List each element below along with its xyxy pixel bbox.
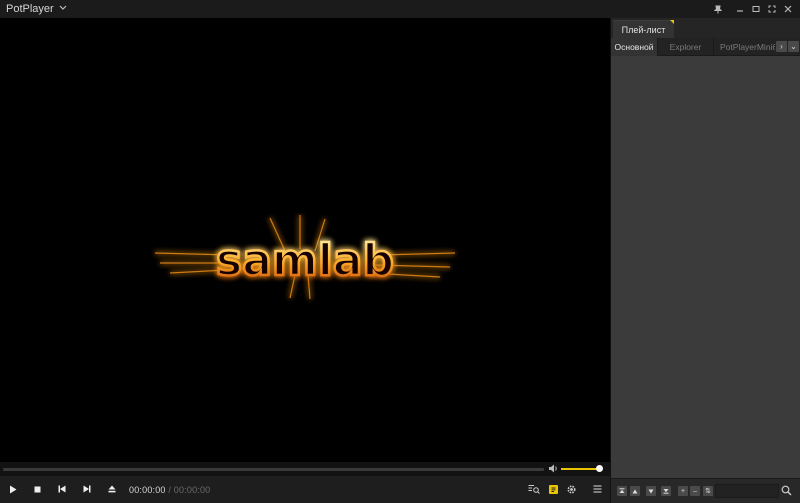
current-time: 00:00:00 (129, 485, 166, 495)
panel-tab-bar: Плей-лист (611, 18, 800, 38)
move-down-icon[interactable] (646, 486, 656, 496)
time-separator: / (168, 485, 172, 495)
move-top-icon[interactable] (617, 486, 627, 496)
seek-area (0, 462, 610, 476)
fullscreen-icon[interactable] (764, 0, 780, 18)
move-bottom-icon[interactable] (661, 486, 671, 496)
minimize-icon[interactable] (732, 0, 748, 18)
logo-text: samlab (216, 235, 394, 286)
eject-icon[interactable] (105, 482, 119, 496)
chevron-right-icon[interactable]: › (776, 41, 787, 52)
app-title: PotPlayer (6, 3, 54, 15)
playlist-tabs: Основной Explorer PotPlayerMini64 › ⌄ (611, 38, 800, 56)
play-icon[interactable] (6, 482, 20, 496)
total-time: 00:00:00 (173, 485, 211, 495)
video-frame-logo: samlab (150, 213, 460, 303)
maximize-icon[interactable] (748, 0, 764, 18)
volume-icon[interactable] (548, 464, 558, 476)
chevron-down-icon (59, 3, 67, 13)
stop-icon[interactable] (30, 482, 44, 496)
playlist-search-icon[interactable] (527, 482, 541, 496)
search-icon[interactable] (781, 485, 792, 499)
playlist-list[interactable] (611, 56, 800, 478)
subtitles-icon[interactable] (546, 482, 560, 496)
tab-marker (670, 20, 674, 24)
volume-fill (561, 468, 600, 470)
playlist-search-input[interactable] (715, 484, 779, 498)
window-controls (710, 0, 800, 18)
tab-main[interactable]: Основной (611, 38, 657, 56)
menu-icon[interactable] (590, 482, 604, 496)
title-bar: PotPlayer (0, 0, 800, 18)
video-area[interactable]: samlab (0, 18, 610, 462)
settings-gear-icon[interactable] (564, 482, 578, 496)
seek-bar[interactable] (3, 468, 544, 471)
tab-potplayermini64[interactable]: PotPlayerMini64 (713, 38, 775, 56)
chevron-down-icon[interactable]: ⌄ (788, 41, 799, 52)
volume-knob[interactable] (596, 465, 603, 472)
pin-icon[interactable] (710, 0, 726, 18)
next-icon[interactable] (80, 482, 94, 496)
sort-icon[interactable]: ⇅ (703, 486, 713, 496)
playlist-panel: Плей-лист Основной Explorer PotPlayerMin… (610, 18, 800, 503)
move-up-icon[interactable] (630, 486, 640, 496)
app-menu-button[interactable]: PotPlayer (0, 3, 67, 15)
time-display: 00:00:00 / 00:00:00 (129, 485, 210, 495)
close-icon[interactable] (780, 0, 796, 18)
logo-graphic: samlab (154, 215, 456, 300)
add-icon[interactable]: + (678, 486, 688, 496)
tab-explorer[interactable]: Explorer (657, 38, 713, 56)
tab-playlist[interactable]: Плей-лист (613, 20, 674, 38)
control-bar: 00:00:00 / 00:00:00 (0, 476, 610, 503)
volume-slider[interactable] (561, 465, 603, 472)
previous-icon[interactable] (55, 482, 69, 496)
playlist-footer: + – ⇅ (611, 478, 800, 503)
remove-icon[interactable]: – (690, 486, 700, 496)
